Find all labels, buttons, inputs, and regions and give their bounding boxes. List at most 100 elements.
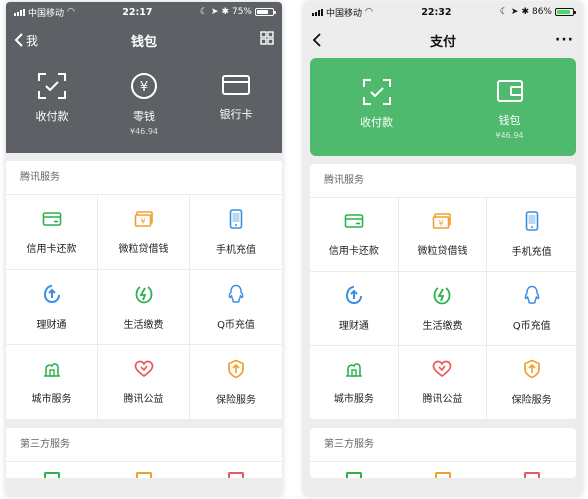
status-time: 22:32 <box>421 6 452 18</box>
back-button[interactable]: 我 <box>14 32 38 49</box>
service-phone[interactable]: 手机充值 <box>190 195 282 270</box>
section-title: 腾讯服务 <box>6 161 282 195</box>
page-title: 钱包 <box>130 34 157 50</box>
battery-icon <box>255 8 276 16</box>
hero-label: 零钱 <box>133 110 155 123</box>
city-icon <box>344 360 364 382</box>
header: 中国移动 ◠ 22:32 ☾ ➤ ✱ 86% 支付 ··· <box>304 2 582 58</box>
service-label: 微粒贷借钱 <box>118 243 169 255</box>
hero-label: 钱包 <box>498 114 521 127</box>
utility-icon <box>433 285 451 309</box>
status-time: 22:17 <box>122 6 153 18</box>
service-qq[interactable]: Q币充值 <box>487 272 576 346</box>
partial-icon <box>523 472 540 478</box>
receive-pay-button[interactable]: 收付款 <box>310 58 443 156</box>
bluetooth-icon: ✱ <box>521 7 529 17</box>
svg-text:¥: ¥ <box>140 217 145 226</box>
signal-icon <box>312 8 323 16</box>
service-label: 腾讯公益 <box>422 394 463 405</box>
service-city[interactable]: 城市服务 <box>310 346 399 420</box>
partial-icon <box>434 472 451 478</box>
service-credit-card[interactable]: 信用卡还款 <box>6 195 98 270</box>
chevron-left-icon <box>14 33 23 47</box>
service-phone[interactable]: 手机充值 <box>487 198 576 272</box>
service-insurance[interactable]: 保险服务 <box>190 345 282 420</box>
service-wealth[interactable]: 理财通 <box>6 270 98 345</box>
bank-card-button[interactable]: 银行卡 <box>190 58 282 153</box>
service-qq[interactable]: Q币充值 <box>190 270 282 345</box>
bluetooth-icon: ✱ <box>221 7 229 17</box>
insurance-icon <box>523 359 541 383</box>
battery-percent: 86% <box>531 7 552 17</box>
location-icon: ➤ <box>510 7 519 17</box>
service-credit-card[interactable]: 信用卡还款 <box>310 198 399 272</box>
balance-amount: ¥46.94 <box>495 131 524 140</box>
section-title: 腾讯服务 <box>310 164 576 198</box>
svg-text:¥: ¥ <box>140 80 148 95</box>
qq-icon <box>523 285 541 309</box>
service-label: 手机充值 <box>511 247 552 258</box>
signal-icon <box>14 8 25 16</box>
change-button[interactable]: ¥ 零钱 ¥46.94 <box>98 58 190 153</box>
grid-menu-button[interactable] <box>260 31 274 49</box>
third-party-services: 第三方服务 <box>310 428 576 478</box>
third-party-peek <box>310 462 576 478</box>
service-city[interactable]: 城市服务 <box>6 345 98 420</box>
wallet-icon <box>496 80 523 102</box>
credit-card-icon <box>42 210 62 232</box>
more-icon: ··· <box>555 32 574 48</box>
service-label: 信用卡还款 <box>26 243 77 255</box>
service-label: 保险服务 <box>511 395 552 406</box>
service-label: 理财通 <box>36 319 67 331</box>
back-button[interactable] <box>312 33 322 47</box>
service-charity[interactable]: 腾讯公益 <box>98 345 190 420</box>
charity-icon <box>432 360 452 382</box>
service-label: 腾讯公益 <box>123 393 164 405</box>
carrier-label: 中国移动 <box>326 8 363 19</box>
more-button[interactable]: ··· <box>555 32 574 48</box>
qq-icon <box>227 284 245 308</box>
grid-icon <box>260 31 274 45</box>
loan-icon: ¥ <box>432 212 452 234</box>
service-utility[interactable]: 生活缴费 <box>98 270 190 345</box>
service-label: 理财通 <box>338 321 369 332</box>
tencent-services: 腾讯服务 信用卡还款 ¥ 微粒贷借钱 手机充值理财通 生活缴费 Q币充值城市服务 腾讯公益 保… <box>310 164 576 420</box>
wallet-button[interactable]: 钱包 ¥46.94 <box>443 58 576 156</box>
service-label: 微粒贷借钱 <box>417 246 468 257</box>
service-label: 生活缴费 <box>422 321 463 332</box>
nav-bar: 我 钱包 <box>6 22 282 58</box>
receive-pay-button[interactable]: 收付款 <box>6 58 98 153</box>
service-wealth[interactable]: 理财通 <box>310 272 399 346</box>
service-label: 保险服务 <box>216 394 256 406</box>
section-title: 第三方服务 <box>6 428 282 462</box>
battery-icon <box>555 8 576 16</box>
third-party-services: 第三方服务 <box>6 428 282 478</box>
partial-icon <box>346 472 363 478</box>
partial-icon <box>136 472 152 478</box>
service-label: 手机充值 <box>216 244 256 256</box>
status-bar: 中国移动 ◠ 22:17 ☾ ➤ ✱ 75% <box>6 2 282 22</box>
service-loan[interactable]: ¥ 微粒贷借钱 <box>98 195 190 270</box>
moon-icon: ☾ <box>499 7 508 17</box>
service-label: 信用卡还款 <box>328 246 379 257</box>
status-bar: 中国移动 ◠ 22:32 ☾ ➤ ✱ 86% <box>304 2 582 22</box>
service-loan[interactable]: ¥ 微粒贷借钱 <box>398 198 488 272</box>
service-label: 生活缴费 <box>123 319 164 331</box>
svg-text:¥: ¥ <box>439 219 444 228</box>
service-charity[interactable]: 腾讯公益 <box>398 346 488 420</box>
city-icon <box>42 360 62 382</box>
carrier-label: 中国移动 <box>28 8 65 19</box>
service-label: 城市服务 <box>31 393 72 405</box>
phone-icon <box>525 211 539 235</box>
third-party-peek <box>6 462 282 478</box>
utility-icon <box>135 284 153 308</box>
partial-icon <box>228 472 244 478</box>
battery-percent: 75% <box>231 7 252 17</box>
service-utility[interactable]: 生活缴费 <box>398 272 488 346</box>
hero-label: 银行卡 <box>219 108 253 121</box>
page-title: 支付 <box>429 34 456 50</box>
service-grid: 信用卡还款 ¥ 微粒贷借钱 手机充值理财通 生活缴费 Q币充值城市服务 腾讯公益 保险服务 <box>6 195 282 420</box>
yuan-coin-icon: ¥ <box>131 73 157 99</box>
service-insurance[interactable]: 保险服务 <box>487 346 576 420</box>
section-title: 第三方服务 <box>310 428 576 462</box>
